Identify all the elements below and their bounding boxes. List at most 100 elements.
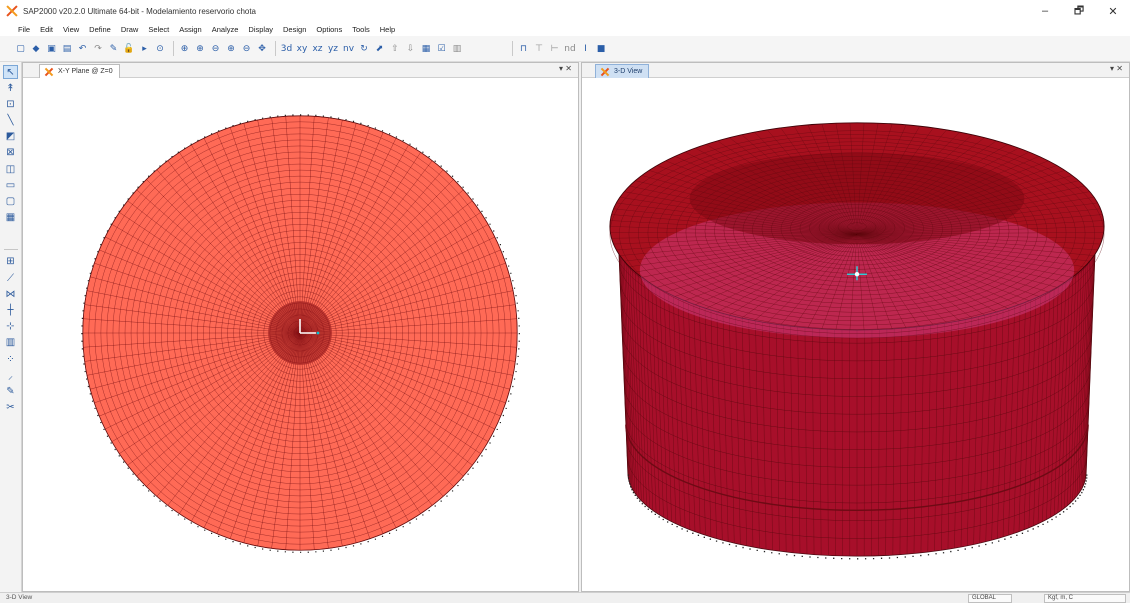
toolbar-separator	[275, 41, 276, 56]
draw-link-icon[interactable]: ⊢	[548, 41, 561, 56]
snap-intersections-icon[interactable]: ⊹	[3, 320, 18, 334]
snap-perpendicular-icon[interactable]: ✎	[3, 384, 18, 398]
minimize-button[interactable]: –	[1028, 0, 1062, 22]
menu-file[interactable]: File	[18, 25, 30, 34]
tab-3d-view[interactable]: 3-D View	[595, 64, 650, 78]
pan-icon[interactable]: ✥	[256, 41, 269, 56]
3d-view-pane[interactable]: 3-D View ▾ ✕	[581, 62, 1130, 592]
section-i-icon[interactable]: I	[579, 41, 592, 56]
rotate-icon[interactable]: ↻	[358, 41, 371, 56]
quick-draw-area-icon[interactable]: ▦	[3, 211, 18, 225]
restore-button[interactable]: 🗗	[1062, 0, 1096, 22]
draw-frame-icon[interactable]: ⊤	[533, 41, 546, 56]
menu-select[interactable]: Select	[148, 25, 169, 34]
status-text: 3-D View	[6, 594, 33, 601]
draw-joint-icon[interactable]: ⊡	[3, 97, 18, 111]
quick-draw-braces-icon[interactable]: ⊠	[3, 146, 18, 160]
menu-edit[interactable]: Edit	[40, 25, 53, 34]
status-bar: 3-D View GLOBAL Kgf, m, C	[0, 592, 1130, 603]
vtoolbar-separator	[3, 248, 18, 250]
reshaper-icon[interactable]: ↟	[3, 81, 18, 95]
snap-grid-icon[interactable]: ▥	[3, 336, 18, 350]
menu-view[interactable]: View	[63, 25, 79, 34]
move-down-icon[interactable]: ⇩	[404, 41, 417, 56]
draw-rect-area-icon[interactable]: ▢	[3, 195, 18, 209]
pane-window-controls[interactable]: ▾ ✕	[1110, 64, 1123, 73]
plan-view-canvas[interactable]	[23, 78, 578, 592]
menu-tools[interactable]: Tools	[352, 25, 370, 34]
zoom-fit-icon[interactable]: ⊕	[225, 41, 238, 56]
zoom-window-icon[interactable]: ⊕	[178, 41, 191, 56]
intersecting-line-icon[interactable]: ⟋	[3, 271, 18, 285]
undo-icon[interactable]: ↶	[76, 41, 89, 56]
object-shrink-icon[interactable]: ☑	[435, 41, 448, 56]
quick-draw-frame-icon[interactable]: ◩	[3, 130, 18, 144]
tab-label: 3-D View	[614, 68, 643, 75]
run-analysis-icon[interactable]: ▸	[138, 41, 151, 56]
perspective-icon[interactable]: ⬈	[373, 41, 386, 56]
pane-header: 3-D View ▾ ✕	[582, 63, 1129, 78]
global-axis-origin	[854, 272, 860, 277]
window-controls: – 🗗 ✕	[1028, 0, 1130, 22]
menu-define[interactable]: Define	[89, 25, 111, 34]
sap2000-window: SAP2000 v20.2.0 Ultimate 64-bit - Modela…	[0, 0, 1130, 603]
plan-view-pane[interactable]: X-Y Plane @ Z=0 ▾ ✕	[22, 62, 579, 592]
zoom-previous-icon[interactable]: ⊖	[240, 41, 253, 56]
redo-icon[interactable]: ↷	[92, 41, 105, 56]
snap-lines-icon[interactable]: ⸝	[3, 368, 18, 382]
snap-fine-grid-icon[interactable]: ✂	[3, 401, 18, 415]
view-window-icon	[44, 67, 54, 77]
view-xz-icon[interactable]: xz	[311, 41, 324, 56]
menu-analyze[interactable]: Analyze	[212, 25, 239, 34]
view-nv-icon[interactable]: nv	[342, 41, 355, 56]
menu-draw[interactable]: Draw	[121, 25, 139, 34]
close-button[interactable]: ✕	[1096, 0, 1130, 22]
pencil-icon[interactable]: ✎	[107, 41, 120, 56]
view-3d-icon[interactable]: 3d	[280, 41, 293, 56]
menu-assign[interactable]: Assign	[179, 25, 202, 34]
toolbar-separator	[173, 41, 174, 56]
units-dropdown[interactable]: Kgf, m, C	[1044, 594, 1126, 603]
lock-icon[interactable]: 🔓	[123, 41, 136, 56]
open-icon[interactable]: ◆	[30, 41, 43, 56]
menu-options[interactable]: Options	[316, 25, 342, 34]
view-yz-icon[interactable]: yz	[327, 41, 340, 56]
snap-midpoints-icon[interactable]: ⁘	[3, 352, 18, 366]
tab-label: X-Y Plane @ Z=0	[58, 68, 113, 75]
draw-poly-area-icon[interactable]: ▭	[3, 178, 18, 192]
select-all-icon[interactable]: ⊞	[3, 255, 18, 269]
draw-frame-cable-icon[interactable]: ╲	[3, 114, 18, 128]
print-icon[interactable]: ▤	[61, 41, 74, 56]
refresh-icon[interactable]: ▥	[451, 41, 464, 56]
3d-view-canvas[interactable]	[582, 78, 1129, 592]
display-options-icon[interactable]: ▦	[420, 41, 433, 56]
select-polygon-icon[interactable]: ⋈	[3, 287, 18, 301]
toolbar-separator	[512, 41, 513, 56]
origin-axis-marker	[316, 331, 320, 335]
zoom-out-icon[interactable]: ⊖	[209, 41, 222, 56]
sap2000-logo-icon	[5, 4, 19, 18]
draw-secondary-beams-icon[interactable]: ◫	[3, 162, 18, 176]
main-toolbar: ▢ ◆ ▣ ▤ ↶ ↷ ✎ 🔓 ▸ ⊙ ⊕ ⊕ ⊖ ⊕ ⊖ ✥ 3d xy xz yz nv ↻ ⬈ ⇧ ⇩ ▦ ☑ ▥ ⊓ ⊤ ⊢ nd I ■	[0, 36, 1130, 62]
zoom-in-icon[interactable]: ⊕	[194, 41, 207, 56]
move-up-icon[interactable]: ⇧	[389, 41, 402, 56]
menu-help[interactable]: Help	[380, 25, 395, 34]
snap-points-icon[interactable]: ┼	[3, 303, 18, 317]
pointer-icon[interactable]: ↖	[3, 65, 18, 79]
new-model-icon[interactable]: ▢	[14, 41, 27, 56]
view-xy-icon[interactable]: xy	[296, 41, 309, 56]
node-icon[interactable]: nd	[564, 41, 577, 56]
run-now-icon[interactable]: ⊙	[154, 41, 167, 56]
pane-header: X-Y Plane @ Z=0 ▾ ✕	[23, 63, 578, 78]
menu-design[interactable]: Design	[283, 25, 306, 34]
tab-xy-plane[interactable]: X-Y Plane @ Z=0	[39, 64, 120, 78]
draw-select-toolbar: ↖ ↟ ⊡ ╲ ◩ ⊠ ◫ ▭ ▢ ▦ ⊞ ⟋ ⋈ ┼ ⊹ ▥ ⁘ ⸝ ✎ ✂	[0, 62, 22, 592]
view-window-icon	[600, 67, 610, 77]
pane-window-controls[interactable]: ▾ ✕	[559, 64, 572, 73]
save-icon[interactable]: ▣	[45, 41, 58, 56]
menu-bar: File Edit View Define Draw Select Assign Analyz…	[0, 22, 1130, 36]
coord-system-dropdown[interactable]: GLOBAL	[968, 594, 1012, 603]
menu-display[interactable]: Display	[248, 25, 273, 34]
area-section-icon[interactable]: ■	[595, 41, 608, 56]
frame-section-icon[interactable]: ⊓	[517, 41, 530, 56]
